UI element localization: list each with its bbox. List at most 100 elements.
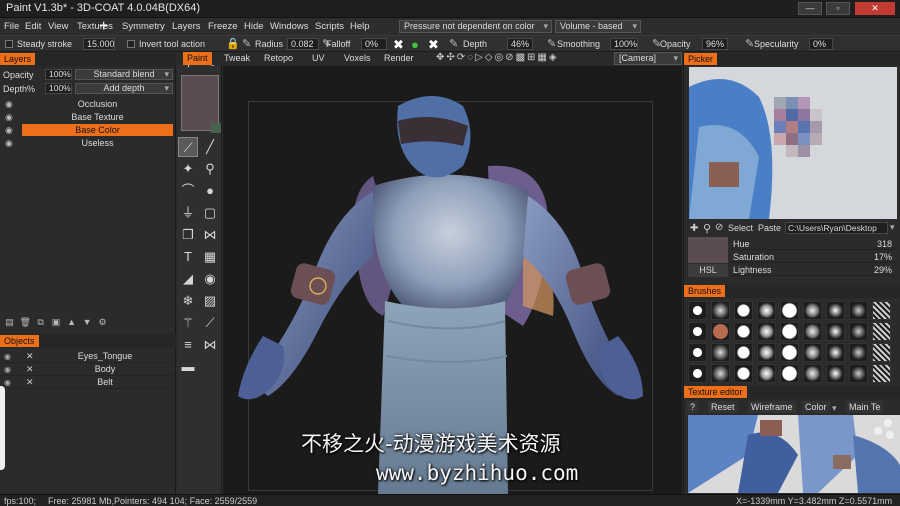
brush-thumbnail[interactable] — [688, 364, 707, 383]
brush-thumbnail[interactable] — [803, 322, 822, 341]
brush-thumbnail[interactable] — [757, 343, 776, 362]
brush-thumbnail[interactable] — [826, 301, 845, 320]
specularity-input[interactable]: 0% — [809, 38, 833, 50]
paste-button[interactable]: Paste — [758, 223, 781, 233]
brush-thumbnail[interactable] — [711, 301, 730, 320]
eye-icon[interactable]: ◉ — [5, 100, 16, 109]
object-row[interactable]: ◉ ✕ Eyes_Tongue — [0, 350, 176, 363]
side-drawer-handle[interactable] — [0, 386, 5, 470]
uv-texture-preview[interactable] — [688, 415, 900, 493]
menu-help[interactable]: Help — [350, 21, 370, 32]
close-icon[interactable]: ✕ — [26, 376, 34, 389]
brushes-panel-tab[interactable]: Brushes — [684, 285, 726, 297]
radius-input[interactable]: 0.082 — [287, 38, 319, 50]
stencil-icon[interactable]: ▢ — [200, 203, 220, 223]
saturation-row[interactable]: Saturation 17% — [731, 250, 896, 263]
object-row[interactable]: ◉ ✕ Belt — [0, 376, 176, 389]
depth-input[interactable]: 46% — [507, 38, 533, 50]
merge-layer-icon[interactable]: ▣ — [51, 317, 62, 327]
smudge-icon[interactable]: ⌒ — [178, 181, 198, 201]
layer-item-occlusion[interactable]: Occlusion — [22, 98, 173, 110]
menu-view[interactable]: View — [48, 21, 68, 32]
menu-hide[interactable]: Hide — [244, 21, 264, 32]
blend-mode-dropdown[interactable]: Standard blend ▾ — [75, 69, 173, 80]
new-layer-icon[interactable]: ▤ — [4, 317, 15, 327]
green-sphere-icon[interactable]: ● — [411, 38, 419, 51]
brush-thumbnail[interactable] — [849, 343, 868, 362]
reset-button[interactable]: Reset — [708, 401, 738, 413]
camera-dropdown[interactable]: [Camera] ▾ — [614, 52, 682, 65]
pen-pressure-icon[interactable]: ✎ — [242, 39, 251, 50]
cross-icon[interactable]: ✖ — [428, 38, 439, 51]
objects-panel-tab[interactable]: Objects — [0, 335, 39, 347]
lock-icon[interactable]: 🔒 — [226, 39, 240, 50]
texture-channel-dropdown[interactable]: Main Te — [846, 401, 884, 413]
brush-thumbnail[interactable] — [849, 322, 868, 341]
brush-thumbnail[interactable] — [757, 364, 776, 383]
brush-thumbnail[interactable] — [734, 322, 753, 341]
hue-row[interactable]: Hue 318 — [731, 237, 896, 250]
maximize-button[interactable]: ▫ — [826, 2, 850, 15]
falloff-input[interactable]: 0% — [361, 38, 387, 50]
eye-icon[interactable]: ◉ — [4, 350, 11, 363]
lightness-row[interactable]: Lightness 29% — [731, 263, 896, 276]
texture-editor-tab[interactable]: Texture editor — [684, 386, 747, 398]
fill-icon[interactable]: ◢ — [178, 269, 198, 289]
brush-thumbnail[interactable] — [849, 364, 868, 383]
secondary-color-swatch[interactable] — [211, 123, 221, 133]
no-icon[interactable]: ⊘ — [715, 222, 723, 233]
help-button[interactable]: ? — [687, 401, 699, 413]
menu-freeze[interactable]: Freeze — [208, 21, 238, 32]
brush-thumbnail[interactable] — [688, 322, 707, 341]
image-path-field[interactable]: C:\Users\Ryan\Desktop — [785, 222, 888, 234]
brush-thumbnail[interactable] — [711, 322, 730, 341]
line-tool-icon[interactable]: ╱ — [200, 137, 220, 157]
brush-thumbnail[interactable] — [780, 301, 799, 320]
close-icon[interactable]: ✕ — [26, 350, 34, 363]
brush-thumbnail[interactable] — [688, 301, 707, 320]
brush-thumbnail[interactable] — [803, 301, 822, 320]
cross-icon[interactable]: ✖ — [393, 38, 404, 51]
brush-thumbnail[interactable] — [780, 343, 799, 362]
layer-item-base-texture[interactable]: Base Texture — [22, 111, 173, 123]
steady-stroke-checkbox[interactable] — [5, 40, 13, 48]
tab-voxels[interactable]: Voxels — [340, 52, 375, 65]
pen-pressure-icon[interactable]: ✎ — [745, 39, 754, 50]
color-mode-button[interactable]: HSL — [688, 264, 728, 277]
eye-icon[interactable]: ◉ — [5, 126, 16, 135]
brush-thumbnail[interactable] — [757, 322, 776, 341]
ruler-icon[interactable]: ▬ — [178, 357, 198, 377]
gradient-icon[interactable]: ▨ — [200, 291, 220, 311]
select-button[interactable]: Select — [728, 223, 753, 233]
add-icon[interactable]: ✚ — [690, 223, 698, 234]
magic-wand-icon[interactable]: ⚚ — [178, 313, 198, 333]
brush-thumbnail[interactable] — [780, 322, 799, 341]
menu-edit[interactable]: Edit — [25, 21, 41, 32]
tab-tweak[interactable]: Tweak — [220, 52, 254, 65]
menu-symmetry[interactable]: Symmetry — [122, 21, 165, 32]
brush-thumbnail[interactable] — [734, 301, 753, 320]
eyedropper-icon[interactable]: ⚲ — [703, 222, 711, 235]
brush-thumbnail[interactable] — [826, 322, 845, 341]
volume-dropdown[interactable]: Volume - based ▾ — [555, 20, 641, 33]
eye-icon[interactable]: ◉ — [200, 269, 220, 289]
brush-thumbnail[interactable] — [803, 364, 822, 383]
brush-thumbnail[interactable] — [734, 343, 753, 362]
snowflake-icon[interactable]: ❄ — [178, 291, 198, 311]
wireframe-button[interactable]: Wireframe — [748, 401, 796, 413]
close-button[interactable]: ✕ — [855, 2, 895, 15]
move-up-icon[interactable]: ▲ — [66, 317, 77, 327]
brush-thumbnail[interactable] — [872, 343, 891, 362]
eye-icon[interactable]: ◉ — [4, 376, 11, 389]
steady-stroke-input[interactable]: 15.000 — [83, 38, 115, 50]
brush-thumbnail[interactable] — [734, 364, 753, 383]
brush-thumbnail[interactable] — [803, 343, 822, 362]
invert-tool-checkbox[interactable] — [127, 40, 135, 48]
needle-icon[interactable]: ⟋ — [200, 313, 220, 333]
eye-icon[interactable]: ◉ — [4, 363, 11, 376]
brush-thumbnail[interactable] — [826, 343, 845, 362]
stamp-icon[interactable]: ⏚ — [178, 203, 198, 223]
planes-icon[interactable]: ≡ — [178, 335, 198, 355]
tab-retopo[interactable]: Retopo — [260, 52, 297, 65]
pen-pressure-icon[interactable]: ✎ — [547, 39, 556, 50]
